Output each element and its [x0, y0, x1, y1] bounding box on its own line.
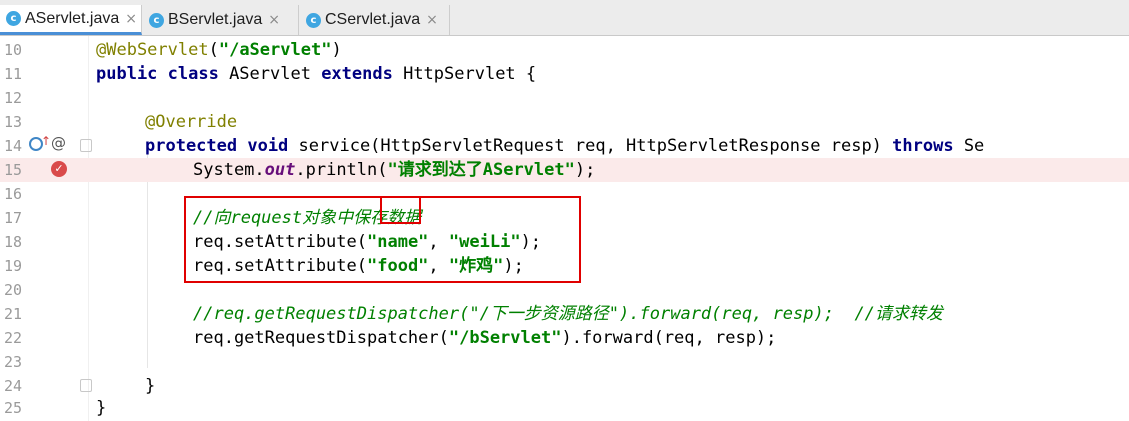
code-comment: //req.getRequestDispatcher("/下一步资源路径").f… [193, 304, 943, 324]
java-class-icon: c [6, 11, 21, 26]
code-line-11[interactable]: 11 public class AServlet extends HttpSer… [0, 62, 1129, 86]
code-line-12[interactable]: 12 [0, 86, 1129, 110]
java-class-icon: c [149, 12, 164, 28]
line-number: 22 [3, 329, 22, 347]
tab-label: BServlet.java [168, 11, 263, 28]
string-literal: "/aServlet" [218, 40, 332, 60]
static-field: out [264, 160, 296, 180]
breakpoint-icon[interactable]: ✓ [51, 161, 67, 177]
code-text: Se [953, 136, 985, 156]
string-literal: "请求到达了AServlet" [387, 160, 575, 180]
line-number: 14 [3, 137, 22, 155]
keyword: protected void [145, 136, 289, 156]
close-icon[interactable]: × [268, 12, 280, 28]
line-number: 13 [3, 113, 22, 131]
tab-cservlet[interactable]: c CServlet.java × [300, 5, 450, 35]
line-number: 19 [3, 257, 22, 275]
code-line-21[interactable]: 21 //req.getRequestDispatcher("/下一步资源路径"… [0, 302, 1129, 326]
line-number: 23 [3, 353, 22, 371]
arrow-up-icon: ↑ [41, 134, 52, 148]
code-text: AServlet [218, 64, 322, 84]
fold-icon[interactable] [80, 139, 92, 152]
line-number: 10 [3, 41, 22, 59]
code-line-22[interactable]: 22 req.getRequestDispatcher("/bServlet")… [0, 326, 1129, 350]
annotation: @Override [145, 112, 238, 132]
close-icon[interactable]: × [426, 12, 438, 28]
code-text: req.getRequestDispatcher( [193, 328, 449, 348]
code-text: ) [331, 40, 342, 60]
editor-tab-bar: c AServlet.java × c BServlet.java × c CS… [0, 0, 1129, 36]
line-number: 15 [3, 161, 22, 179]
code-line-24[interactable]: 24 } [0, 374, 1129, 398]
override-icon[interactable]: @ [51, 134, 66, 152]
line-number: 21 [3, 305, 22, 323]
tab-label: AServlet.java [25, 9, 120, 27]
line-number: 24 [3, 377, 22, 395]
line-number: 25 [3, 399, 22, 417]
tab-bservlet[interactable]: c BServlet.java × [143, 5, 299, 35]
code-text: ).forward(req, resp); [561, 328, 777, 348]
close-icon[interactable]: × [125, 11, 137, 27]
fold-icon[interactable] [80, 379, 92, 392]
tab-aservlet[interactable]: c AServlet.java × [0, 5, 142, 35]
code-line-14[interactable]: 14 ↑ @ protected void service(HttpServle… [0, 134, 1129, 158]
line-number: 11 [3, 65, 22, 83]
line-number: 12 [3, 89, 22, 107]
code-text: } [145, 376, 156, 396]
code-text: HttpServlet { [392, 64, 537, 84]
keyword: public class [96, 64, 219, 84]
line-number: 17 [3, 209, 22, 227]
line-number: 20 [3, 281, 22, 299]
keyword: throws [892, 136, 954, 156]
code-line-23[interactable]: 23 [0, 350, 1129, 374]
code-text: System. [193, 160, 265, 180]
code-text: .println( [295, 160, 388, 180]
keyword: extends [321, 64, 393, 84]
annotation: @WebServlet [96, 40, 209, 60]
code-text: service(HttpServletRequest req, HttpServ… [288, 136, 893, 156]
code-line-13[interactable]: 13 @Override [0, 110, 1129, 134]
line-number: 18 [3, 233, 22, 251]
java-class-icon: c [306, 12, 321, 28]
code-line-10[interactable]: 10 @WebServlet("/aServlet") [0, 38, 1129, 62]
code-text: ( [208, 40, 219, 60]
code-line-25[interactable]: 25 } [0, 396, 1129, 420]
code-line-15[interactable]: 15 ✓ System.out.println("请求到达了AServlet")… [0, 158, 1129, 182]
tab-label: CServlet.java [325, 11, 421, 28]
line-number: 16 [3, 185, 22, 203]
annotation-box-small [380, 196, 421, 224]
string-literal: "/bServlet" [448, 328, 562, 348]
code-text: } [96, 398, 107, 418]
code-text: ); [574, 160, 596, 180]
